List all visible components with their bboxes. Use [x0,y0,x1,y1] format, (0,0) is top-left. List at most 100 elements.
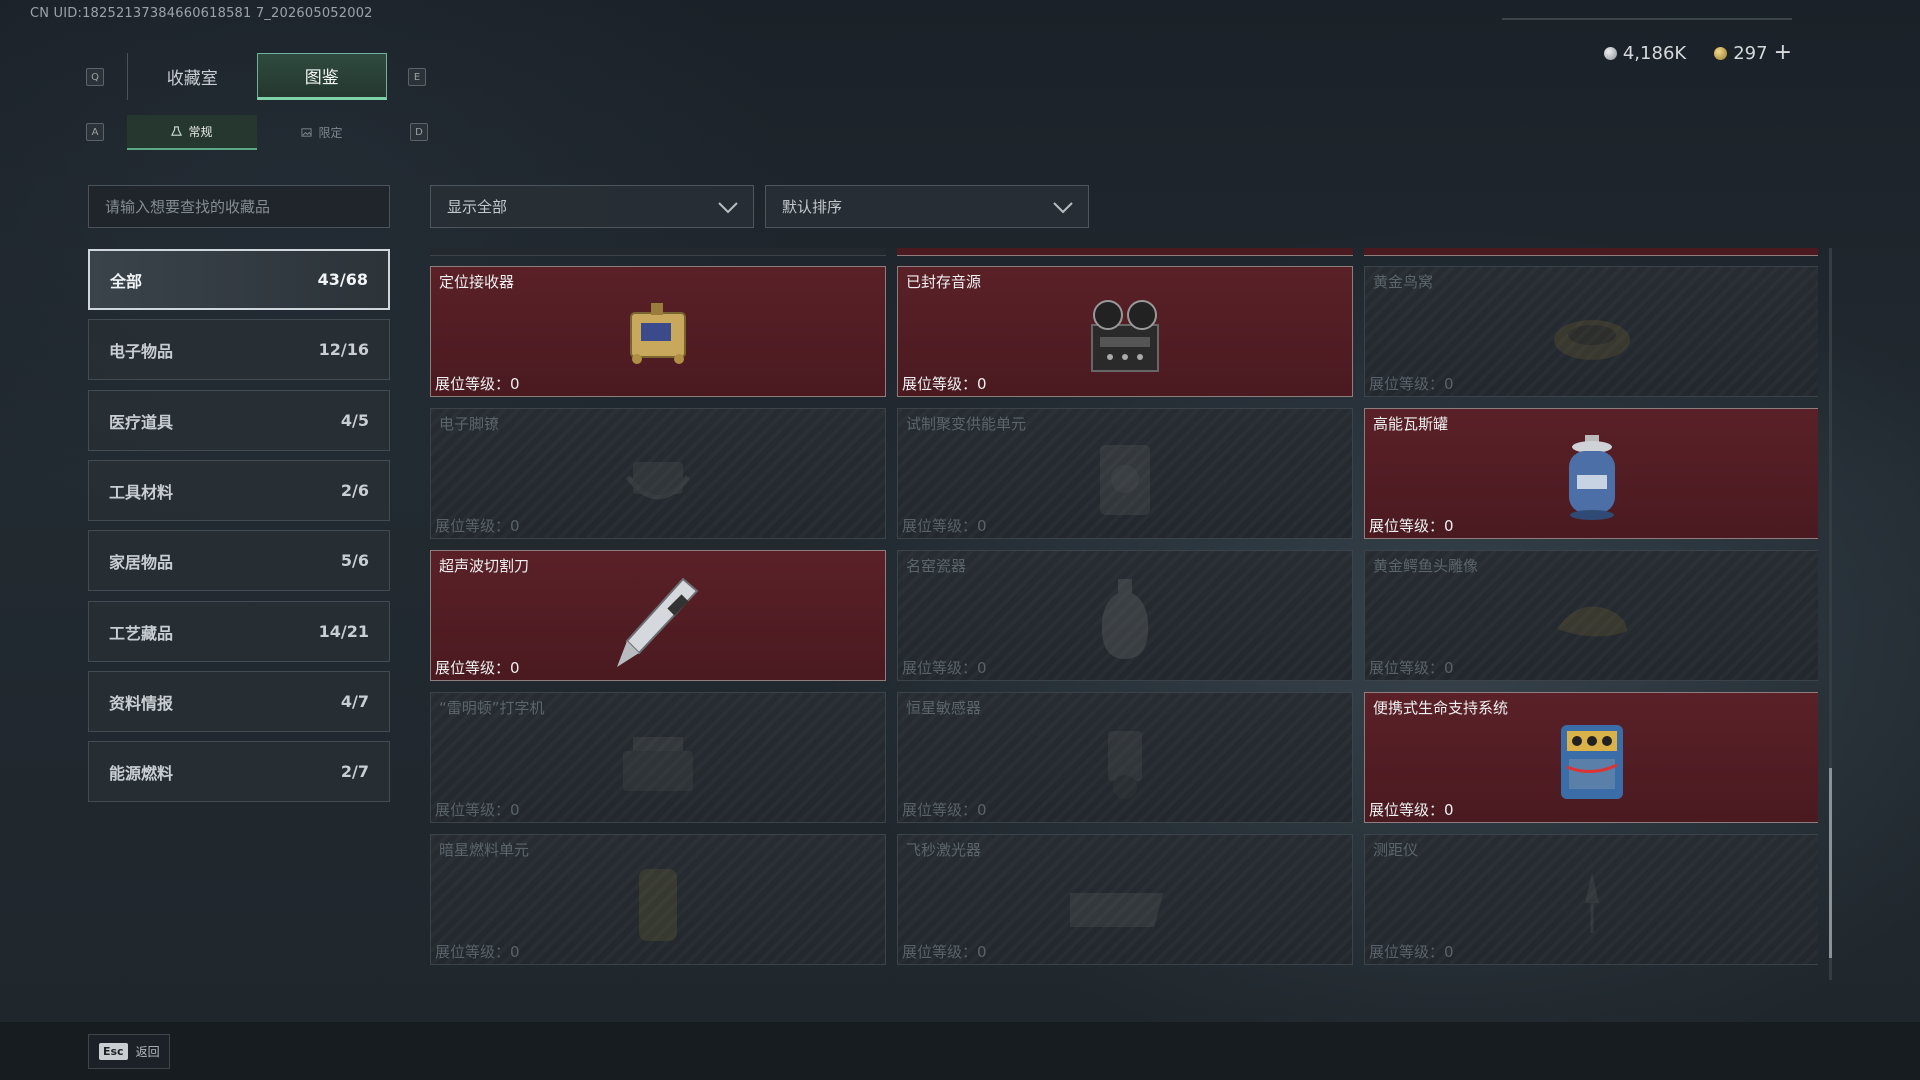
card-name: 测距仪 [1373,841,1419,859]
collection-card[interactable]: 测距仪 展位等级：0 [1364,834,1818,965]
card-level: 展位等级：0 [1369,799,1454,820]
card-level-label: 展位等级： [435,517,511,535]
card-name: 试制聚变供能单元 [906,415,1027,433]
collection-card[interactable]: 高能瓦斯罐 展位等级：0 [1364,408,1818,539]
key-hint-a: A [86,123,104,141]
card-level: 展位等级：0 [902,515,987,536]
sidebar-item-count: 5/6 [340,551,369,570]
sidebar-item[interactable]: 能源燃料 2/7 [88,741,390,802]
collection-card[interactable]: 电子脚镣 展位等级：0 [430,408,886,539]
tab-codex[interactable]: 图鉴 [256,53,387,100]
fuel-cell-icon [639,869,677,941]
card-level-value: 0 [1444,659,1454,677]
key-hint-d: D [410,123,428,141]
card-name: 暗星燃料单元 [439,841,530,859]
ultrasonic-cutter-icon [617,577,699,667]
card-level-value: 0 [977,659,987,677]
card-name: 飞秒激光器 [906,841,982,859]
sidebar-item[interactable]: 医疗道具 4/5 [88,390,390,451]
sidebar-item-label: 电子物品 [109,341,174,361]
card-level: 展位等级：0 [435,515,520,536]
card-level-label: 展位等级： [902,375,978,393]
card-level: 展位等级：0 [1369,373,1454,394]
card-name: 恒星敏感器 [906,699,982,717]
card-level-label: 展位等级： [1369,375,1445,393]
gas-canister-icon [1569,435,1615,520]
card-level: 展位等级：0 [902,373,987,394]
back-label: 返回 [135,1045,160,1059]
sidebar-item-label: 工具材料 [109,482,174,502]
collection-card[interactable]: 飞秒激光器展位等级：0 [897,834,1353,965]
sidebar-item-count: 4/5 [340,411,369,430]
sidebar-item-label: 家居物品 [109,552,174,572]
scrollbar-thumb[interactable] [1829,768,1832,958]
card-level-label: 展位等级： [902,517,978,535]
card-level: 展位等级：0 [435,657,520,678]
filter-dropdown[interactable]: 显示全部 [430,185,754,228]
card-level: 展位等级：0 [1369,515,1454,536]
card-level-value: 0 [510,375,520,393]
reel-recorder-icon [1091,300,1159,372]
sort-dropdown[interactable]: 默认排序 [765,185,1089,228]
card-level: 展位等级：0 [435,373,520,394]
card-level-value: 0 [1444,375,1454,393]
collection-card[interactable]: “雷明顿”打字机 展位等级：0 [430,692,886,823]
add-currency-button[interactable]: + [1774,42,1792,64]
card-level-label: 展位等级： [435,801,511,819]
back-button[interactable]: Esc 返回 [88,1034,170,1069]
top-divider [1502,18,1792,20]
uid-label: CN UID:18252137384660618581 7_2026050520… [30,6,373,21]
sidebar-item-count: 2/6 [340,481,369,500]
sidebar-item[interactable]: 电子物品 12/16 [88,319,390,380]
card-level-label: 展位等级： [902,943,978,961]
card-level-label: 展位等级： [1369,517,1445,535]
grid-scrollbar[interactable] [1829,248,1832,980]
collection-card[interactable]: 黄金鳄鱼头雕像 展位等级：0 [1364,550,1818,681]
card-name: 定位接收器 [439,273,515,291]
collection-card[interactable]: 试制聚变供能单元展位等级：0 [897,408,1353,539]
gold-coin-icon [1714,46,1728,60]
sidebar-item[interactable]: 工具材料 2/6 [88,460,390,521]
grid-card-partial[interactable] [430,248,886,256]
collection-card[interactable]: 恒星敏感器展位等级：0 [897,692,1353,823]
collection-card[interactable]: 暗星燃料单元 展位等级：0 [430,834,886,965]
typewriter-icon [623,737,693,791]
esc-key-icon: Esc [99,1043,128,1060]
ankle-monitor-icon [626,462,690,500]
collection-card[interactable]: 定位接收器展位等级：0 [430,266,886,397]
sidebar-item[interactable]: 全部 43/68 [88,249,390,310]
collection-card[interactable]: 黄金鸟窝 展位等级：0 [1364,266,1818,397]
subtab-regular[interactable]: 常规 [127,115,257,150]
sidebar-item[interactable]: 资料情报 4/7 [88,671,390,732]
card-level-value: 0 [1444,801,1454,819]
card-level-value: 0 [510,517,520,535]
search-input[interactable]: 请输入想要查找的收藏品 [88,185,390,228]
card-level: 展位等级：0 [902,799,987,820]
collection-card[interactable]: 便携式生命支持系统 展位等级：0 [1364,692,1818,823]
sidebar-item[interactable]: 工艺藏品 14/21 [88,601,390,662]
collection-card[interactable]: 名窑瓷器 展位等级：0 [897,550,1353,681]
grid-card-partial[interactable] [897,248,1353,256]
card-level-value: 0 [510,801,520,819]
subtab-limited[interactable]: 限定 [257,115,387,150]
tab-collection-room[interactable]: 收藏室 [127,53,257,100]
card-level-label: 展位等级： [435,943,511,961]
grid-card-partial[interactable] [1364,248,1818,256]
sidebar-item-label: 工艺藏品 [109,623,174,643]
gold-amount: 297 [1733,42,1768,64]
bottom-bar [0,1022,1920,1080]
key-hint-e: E [408,68,426,86]
sidebar-item-label: 资料情报 [109,693,174,713]
card-level: 展位等级：0 [902,941,987,962]
card-level-label: 展位等级： [435,375,511,393]
card-name: 超声波切割刀 [439,557,530,575]
card-level-label: 展位等级： [902,659,978,677]
collection-card[interactable]: 超声波切割刀展位等级：0 [430,550,886,681]
currency-bar: 4,186K 297 + [1603,42,1792,64]
card-level-label: 展位等级： [1369,659,1445,677]
filter-dropdown-value: 显示全部 [447,198,508,216]
silver-amount: 4,186K [1622,42,1687,64]
sidebar-item[interactable]: 家居物品 5/6 [88,530,390,591]
collection-card[interactable]: 已封存音源 展位等级：0 [897,266,1353,397]
porcelain-vase-icon [1101,579,1149,659]
